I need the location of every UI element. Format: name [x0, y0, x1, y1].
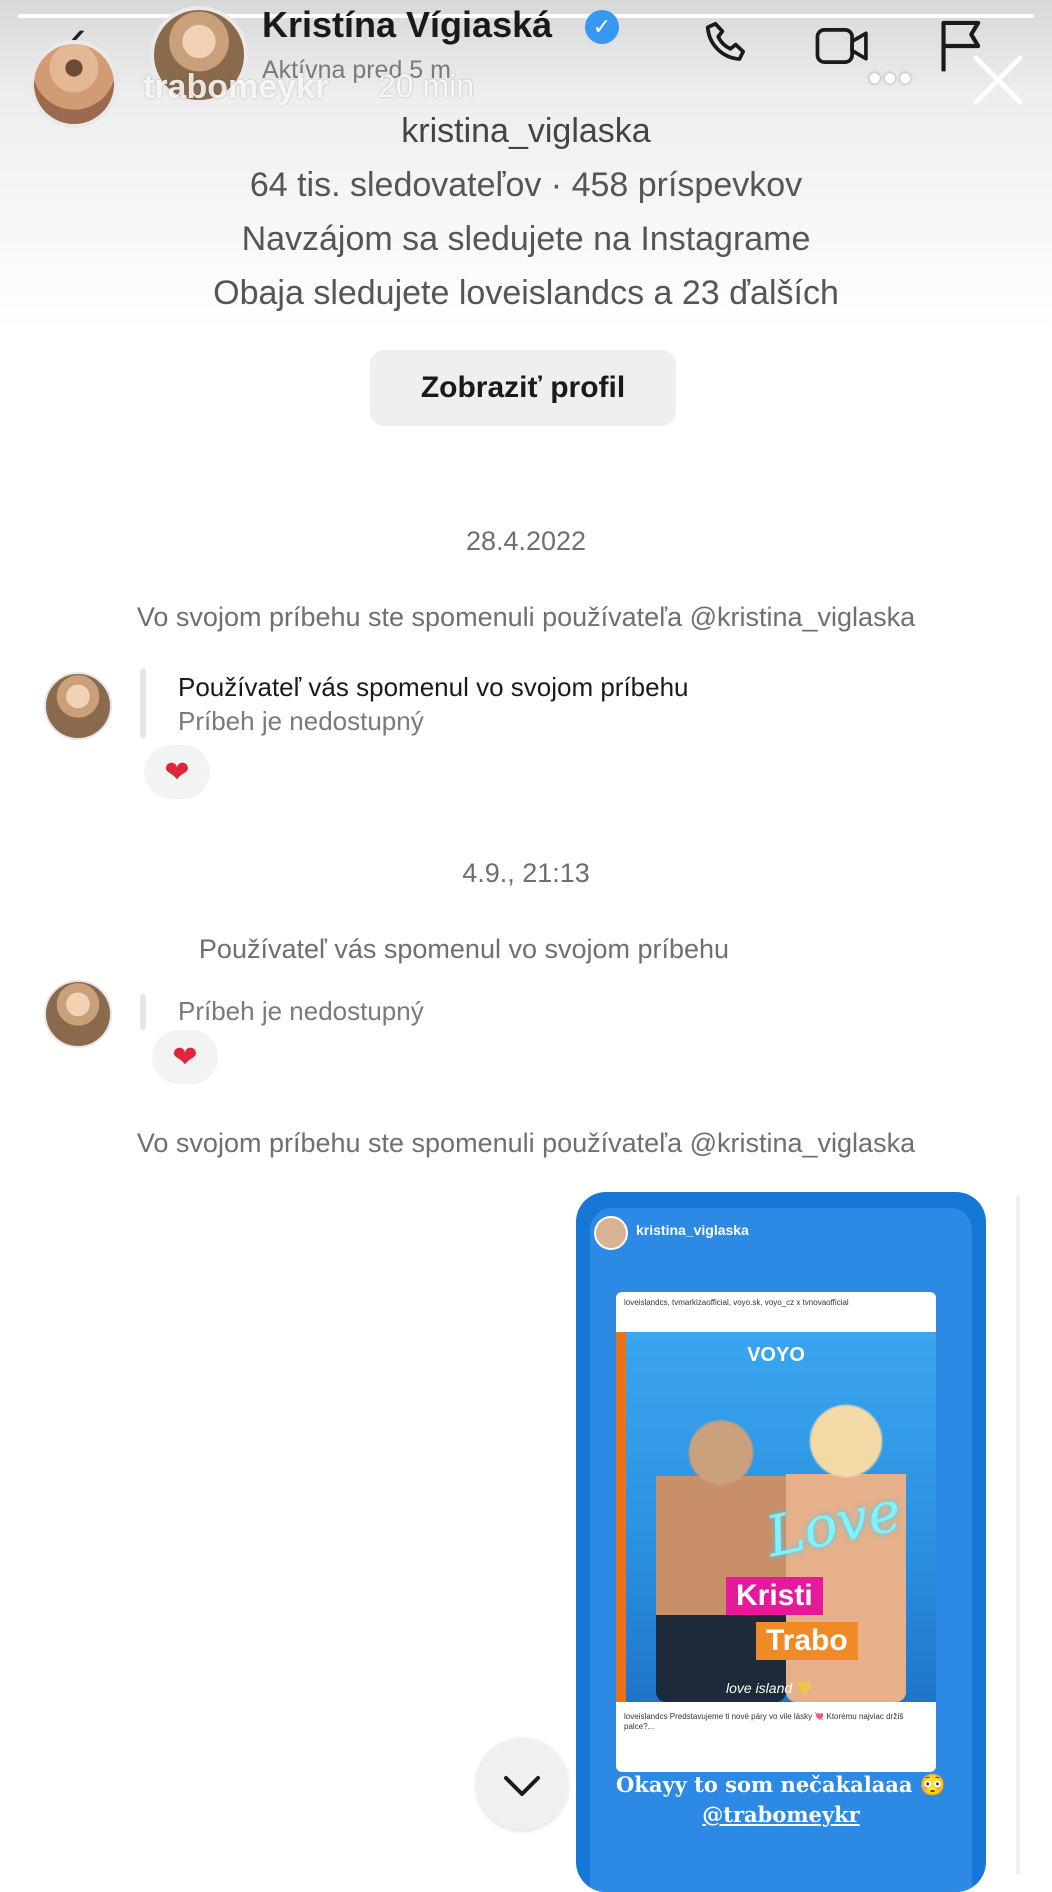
message-sender-avatar[interactable]	[44, 672, 112, 740]
message-sender-avatar[interactable]	[44, 980, 112, 1048]
scrollbar[interactable]	[1016, 1195, 1020, 1875]
phone-icon[interactable]	[700, 18, 756, 74]
heart-reaction[interactable]: ❤	[144, 745, 210, 799]
reply-quote-bar	[140, 994, 146, 1030]
shared-story-card[interactable]: kristina_viglaska loveislandcs, tvmarkiz…	[576, 1192, 986, 1892]
shared-story-mention[interactable]: @trabomeykr	[576, 1802, 986, 1827]
close-icon[interactable]	[968, 50, 1028, 110]
view-profile-button[interactable]: Zobraziť profil	[370, 350, 676, 426]
story-mention-note: Používateľ vás spomenul vo svojom príbeh…	[198, 934, 730, 964]
love-island-logo: love island	[726, 1680, 793, 1696]
story-mention-note: Vo svojom príbehu ste spomenuli používat…	[136, 602, 916, 632]
name-tag-trabo: Trabo	[756, 1622, 858, 1660]
more-horizontal-icon[interactable]: •••	[868, 58, 914, 101]
story-unavailable-text: Príbeh je nedostupný	[178, 706, 424, 736]
story-unavailable-text: Príbeh je nedostupný	[178, 996, 424, 1026]
mutual-follow-note: Navzájom sa sledujete na Instagrame	[241, 220, 811, 258]
scroll-to-bottom-button[interactable]	[476, 1738, 568, 1830]
reposted-post-image: VOYO Love Kristi Trabo love island ♥	[616, 1332, 936, 1703]
verified-badge-icon: ✓	[585, 10, 619, 44]
shared-story-avatar	[594, 1216, 628, 1250]
story-timestamp: 20 min	[378, 68, 475, 104]
mutual-accounts-note: Obaja sledujete loveislandcs a 23 ďalšíc…	[213, 274, 839, 312]
reposted-post-header: loveislandcs, tvmarkizaofficial, voyo.sk…	[624, 1298, 849, 1307]
dm-contact-name[interactable]: Kristína Vígiaská	[262, 4, 552, 46]
date-separator: 4.9., 21:13	[462, 858, 590, 888]
shared-story-caption: Okayy to som nečakalaaa 😳	[616, 1772, 946, 1797]
reposted-post: loveislandcs, tvmarkizaofficial, voyo.sk…	[616, 1292, 936, 1772]
profile-stats: 64 tis. sledovateľov · 458 príspevkov	[249, 166, 803, 204]
reply-quote-bar	[140, 668, 146, 738]
story-author-username[interactable]: trabomeykr	[143, 68, 328, 107]
heart-icon: ♥	[796, 1672, 813, 1703]
accent-stripe	[616, 1332, 626, 1702]
date-separator: 28.4.2022	[465, 526, 587, 556]
reposted-post-caption: loveislandcs Predstavujeme ti nové páry …	[624, 1712, 904, 1731]
video-camera-icon[interactable]	[814, 18, 874, 74]
chevron-down-icon	[504, 1776, 540, 1796]
story-mention-note: Vo svojom príbehu ste spomenuli používat…	[136, 1128, 916, 1158]
story-mention-title: Používateľ vás spomenul vo svojom príbeh…	[178, 672, 689, 702]
name-tag-kristi: Kristi	[726, 1577, 823, 1615]
shared-story-username: kristina_viglaska	[636, 1222, 749, 1238]
voyo-logo: VOYO	[747, 1344, 805, 1366]
heart-reaction[interactable]: ❤	[152, 1030, 218, 1084]
profile-username: kristina_viglaska	[401, 112, 651, 150]
